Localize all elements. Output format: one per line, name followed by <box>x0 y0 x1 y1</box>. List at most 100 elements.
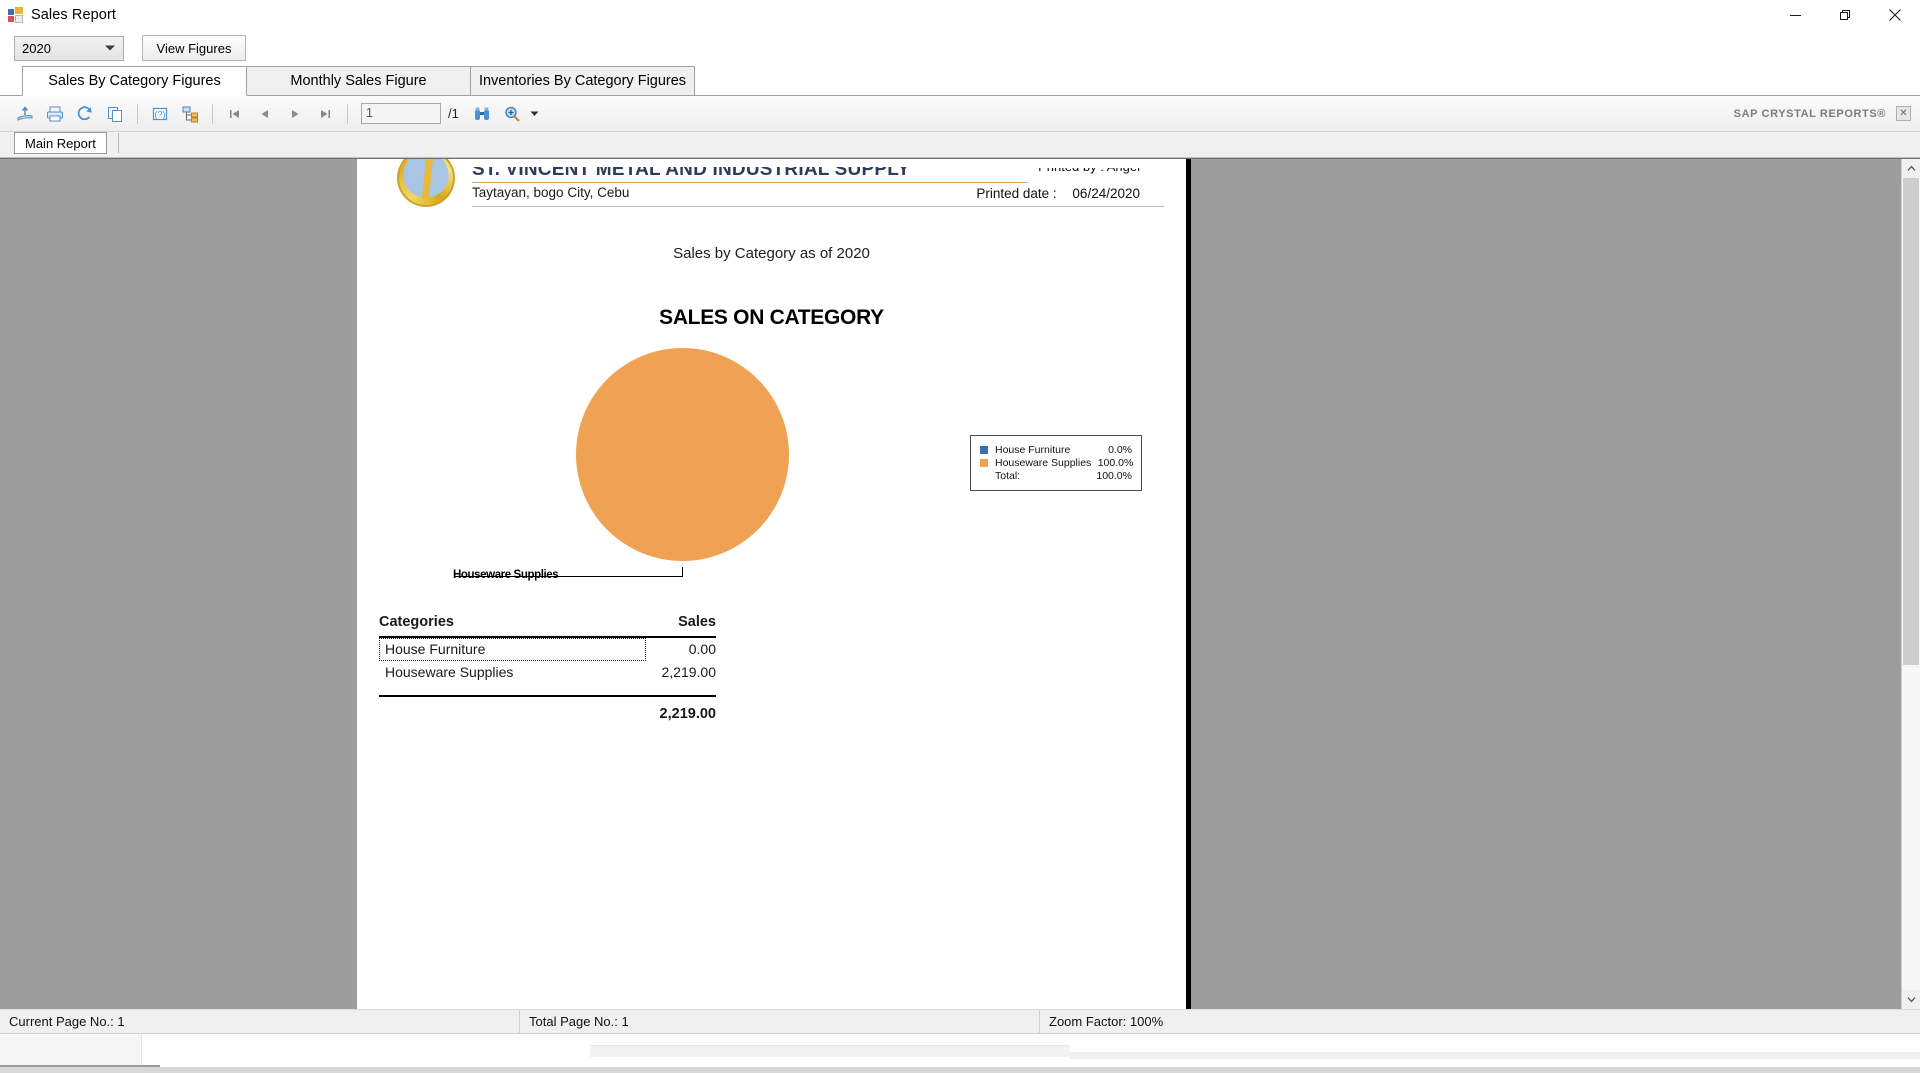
page-total-label: /1 <box>448 106 459 121</box>
chevron-down-icon[interactable] <box>527 100 543 128</box>
toolbar-separator <box>137 103 138 124</box>
window-title: Sales Report <box>31 7 117 23</box>
header-rule <box>472 182 1028 183</box>
close-button[interactable] <box>1870 0 1920 30</box>
tab-sales-by-category-figures[interactable]: Sales By Category Figures <box>22 66 247 96</box>
status-zoom-factor: Zoom Factor: 100% <box>1049 1014 1164 1029</box>
chart-legend: House Furniture 0.0% Houseware Supplies … <box>970 435 1142 491</box>
company-name: ST. VINCENT METAL AND INDUSTRIAL SUPPLY <box>472 159 911 180</box>
legend-total: Total: 100.0% <box>980 469 1132 482</box>
next-page-icon[interactable] <box>280 100 310 128</box>
window-controls <box>1770 0 1920 30</box>
window-titlebar: Sales Report <box>0 0 1920 30</box>
column-header-categories: Categories <box>379 614 454 630</box>
report-page: ST. VINCENT METAL AND INDUSTRIAL SUPPLY … <box>357 159 1191 1009</box>
tab-main-report[interactable]: Main Report <box>14 132 107 154</box>
report-header: ST. VINCENT METAL AND INDUSTRIAL SUPPLY … <box>377 159 1164 207</box>
cell-category: House Furniture <box>385 641 486 657</box>
table-header-row: Categories Sales <box>379 614 716 636</box>
previous-page-icon[interactable] <box>250 100 280 128</box>
cell-category: Houseware Supplies <box>385 664 514 680</box>
legend-total-value: 100.0% <box>1096 469 1132 482</box>
table-row[interactable]: House Furniture <box>379 638 646 661</box>
vertical-scroll-thumb[interactable] <box>1903 178 1919 666</box>
legend-swatch-empty <box>980 472 988 480</box>
strip-panel <box>590 1034 1070 1045</box>
year-select-value: 2020 <box>22 40 51 56</box>
company-address: Taytayan, bogo City, Cebu <box>472 185 630 200</box>
crystal-reports-toolbar: (?) 1 /1 SAP CRYSTAL REPORTS® ✕ <box>0 96 1920 132</box>
company-emblem-logo <box>397 159 455 207</box>
strip-panel <box>0 1034 142 1067</box>
print-report-icon[interactable] <box>40 100 70 128</box>
report-subtitle: Sales by Category as of 2020 <box>673 245 870 262</box>
tabstrip: Sales By Category Figures Monthly Sales … <box>0 66 1920 96</box>
strip-panel <box>1070 1034 1920 1052</box>
year-select[interactable]: 2020 <box>14 35 124 61</box>
pie-chart <box>576 348 789 561</box>
chevron-down-icon <box>105 45 115 51</box>
table-total: 2,219.00 <box>659 706 716 722</box>
page-number-input[interactable]: 1 <box>361 103 441 124</box>
zoom-magnifier-icon[interactable] <box>497 100 527 128</box>
toggle-group-tree-icon[interactable] <box>175 100 205 128</box>
legend-label: Houseware Supplies <box>995 456 1092 469</box>
strip-panel <box>0 1067 1920 1073</box>
export-report-icon[interactable] <box>10 100 40 128</box>
desktop-background-strip <box>0 1033 1920 1073</box>
strip-panel <box>142 1034 590 1067</box>
printed-by: Printed by : Angel <box>1038 159 1140 174</box>
pie-leader-line <box>682 567 683 577</box>
legend-value: 0.0% <box>1108 443 1132 456</box>
category-sales-table: Categories Sales House Furniture 0.00 Ho… <box>379 614 716 722</box>
svg-text:(?): (?) <box>155 109 166 119</box>
cell-sales: 2,219.00 <box>661 664 717 680</box>
vertical-scrollbar[interactable] <box>1901 159 1920 1009</box>
first-page-icon[interactable] <box>220 100 250 128</box>
legend-item: Houseware Supplies 100.0% <box>980 456 1134 469</box>
close-icon[interactable]: ✕ <box>1896 106 1911 121</box>
minimize-button[interactable] <box>1770 0 1820 30</box>
header-rule <box>472 206 1164 207</box>
report-viewer: ST. VINCENT METAL AND INDUSTRIAL SUPPLY … <box>0 158 1920 1009</box>
printed-date: Printed date : 06/24/2020 <box>976 186 1140 201</box>
legend-item: House Furniture 0.0% <box>980 443 1132 456</box>
printed-by-label: Printed by : <box>1038 159 1104 174</box>
cell-sales: 0.00 <box>688 641 716 657</box>
chart-title: SALES ON CATEGORY <box>659 306 884 329</box>
app-form-icon <box>8 7 24 23</box>
report-tab-row: Main Report <box>0 132 1920 158</box>
column-header-sales: Sales <box>678 614 716 630</box>
binoculars-find-icon[interactable] <box>467 100 497 128</box>
table-row[interactable]: Houseware Supplies 2,219.00 <box>379 661 716 684</box>
refresh-icon[interactable] <box>70 100 100 128</box>
pie-slice-label: Houseware Supplies <box>453 569 559 581</box>
restore-button[interactable] <box>1820 0 1870 30</box>
printed-by-value: Angel <box>1106 159 1140 174</box>
strip-panel <box>0 1065 160 1067</box>
crystal-reports-brand: SAP CRYSTAL REPORTS® <box>1733 107 1886 120</box>
filter-toolbar: 2020 View Figures <box>0 30 1920 66</box>
toggle-parameter-panel-icon[interactable]: (?) <box>145 100 175 128</box>
view-figures-button[interactable]: View Figures <box>142 35 246 61</box>
printed-date-value: 06/24/2020 <box>1072 186 1140 201</box>
legend-swatch-house-furniture <box>980 445 988 454</box>
legend-value: 100.0% <box>1097 456 1134 469</box>
status-total-page: Total Page No.: 1 <box>520 1009 1040 1034</box>
legend-swatch-houseware-supplies <box>980 458 988 467</box>
tab-monthly-sales-figure[interactable]: Monthly Sales Figure <box>246 66 471 95</box>
scroll-down-icon[interactable] <box>1902 990 1920 1009</box>
toolbar-separator <box>347 103 348 124</box>
status-bar: Current Page No.: 1 Total Page No.: 1 Zo… <box>0 1009 1920 1034</box>
last-page-icon[interactable] <box>310 100 340 128</box>
strip-panel <box>1070 1052 1920 1059</box>
legend-total-label: Total: <box>995 469 1021 482</box>
scroll-up-icon[interactable] <box>1902 159 1920 178</box>
vertical-scroll-track[interactable] <box>1902 178 1920 990</box>
tab-inventories-by-category-figures[interactable]: Inventories By Category Figures <box>470 66 695 95</box>
divider <box>117 133 119 153</box>
copy-icon[interactable] <box>100 100 130 128</box>
toolbar-separator <box>212 103 213 124</box>
strip-panel <box>590 1045 1070 1057</box>
pie-leader-line <box>455 576 683 577</box>
